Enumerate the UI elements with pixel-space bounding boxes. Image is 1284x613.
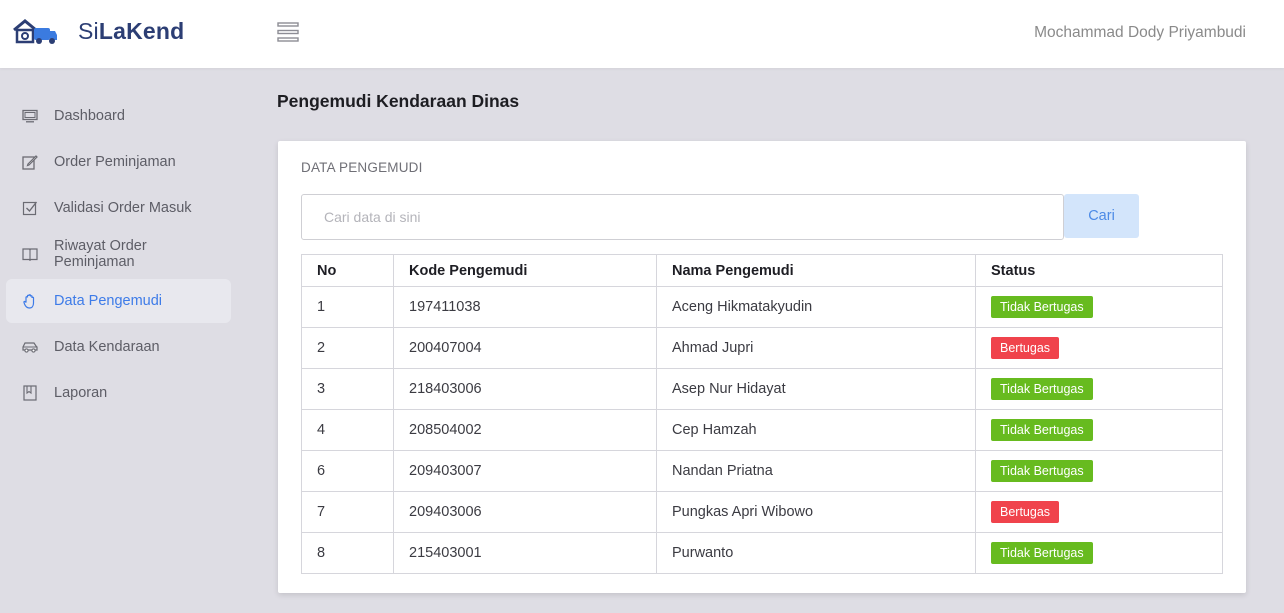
edit-icon [22, 154, 38, 170]
sidebar-item-label: Data Pengemudi [54, 293, 163, 309]
cell-nama: Aceng Hikmatakyudin [656, 286, 976, 328]
search-input[interactable] [301, 194, 1064, 240]
cell-nama: Cep Hamzah [656, 409, 976, 451]
sidebar-item-riwayat-order[interactable]: Riwayat Order Peminjaman [6, 232, 231, 276]
table-row: 6 209403007 Nandan Priatna Tidak Bertuga… [301, 450, 1223, 492]
table-header-row: No Kode Pengemudi Nama Pengemudi Status [301, 254, 1223, 287]
cell-kode: 209403007 [393, 450, 657, 492]
status-badge: Tidak Bertugas [991, 460, 1093, 482]
app-brand[interactable]: SiLaKend [78, 18, 184, 45]
card-title: DATA PENGEMUDI [301, 160, 423, 175]
car-icon [22, 339, 38, 355]
cell-status: Tidak Bertugas [975, 409, 1223, 451]
column-header-no: No [301, 254, 394, 287]
table-row: 4 208504002 Cep Hamzah Tidak Bertugas [301, 409, 1223, 451]
sidebar-item-label: Laporan [54, 385, 108, 401]
brand-prefix: Si [78, 18, 99, 44]
cell-nama: Pungkas Apri Wibowo [656, 491, 976, 533]
table-row: 2 200407004 Ahmad Jupri Bertugas [301, 327, 1223, 369]
cell-status: Tidak Bertugas [975, 450, 1223, 492]
search-button[interactable]: Cari [1064, 194, 1139, 238]
cell-nama: Nandan Priatna [656, 450, 976, 492]
cell-kode: 215403001 [393, 532, 657, 574]
cell-no: 8 [301, 532, 394, 574]
sidebar-item-label: Validasi Order Masuk [54, 200, 192, 216]
status-badge: Bertugas [991, 337, 1060, 359]
cell-kode: 208504002 [393, 409, 657, 451]
book-icon [22, 246, 38, 262]
monitor-icon [22, 108, 38, 124]
cell-no: 7 [301, 491, 394, 533]
top-header: SiLaKend Mochammad Dody Priyambudi [0, 0, 1284, 68]
status-badge: Bertugas [991, 501, 1060, 523]
cell-status: Tidak Bertugas [975, 368, 1223, 410]
brand-bold: LaKend [98, 18, 185, 44]
checkbox-icon [22, 200, 38, 216]
sidebar-item-label: Dashboard [54, 108, 125, 124]
status-badge: Tidak Bertugas [991, 419, 1093, 441]
status-badge: Tidak Bertugas [991, 542, 1093, 564]
cell-kode: 209403006 [393, 491, 657, 533]
cell-status: Tidak Bertugas [975, 286, 1223, 328]
sidebar-item-dashboard[interactable]: Dashboard [6, 94, 231, 138]
hand-icon [22, 293, 38, 309]
sidebar-item-label: Riwayat Order Peminjaman [54, 238, 147, 270]
sidebar-item-laporan[interactable]: Laporan [6, 371, 231, 415]
bookmark-icon [22, 385, 38, 401]
sidebar-item-order-peminjaman[interactable]: Order Peminjaman [6, 140, 231, 184]
column-header-status: Status [975, 254, 1223, 287]
cell-kode: 200407004 [393, 327, 657, 369]
cell-nama: Asep Nur Hidayat [656, 368, 976, 410]
cell-no: 1 [301, 286, 394, 328]
sidebar-item-validasi-order[interactable]: Validasi Order Masuk [6, 186, 231, 230]
cell-kode: 218403006 [393, 368, 657, 410]
status-badge: Tidak Bertugas [991, 296, 1093, 318]
cell-no: 2 [301, 327, 394, 369]
sidebar-item-label: Order Peminjaman [54, 154, 176, 170]
cell-nama: Ahmad Jupri [656, 327, 976, 369]
logo-icon [12, 16, 58, 46]
cell-status: Bertugas [975, 327, 1223, 369]
menu-toggle-icon[interactable] [277, 22, 299, 42]
driver-table: No Kode Pengemudi Nama Pengemudi Status … [301, 254, 1223, 574]
cell-no: 3 [301, 368, 394, 410]
sidebar: Dashboard Order Peminjaman Validasi Orde… [0, 68, 240, 613]
cell-nama: Purwanto [656, 532, 976, 574]
column-header-kode: Kode Pengemudi [393, 254, 657, 287]
table-row: 8 215403001 Purwanto Tidak Bertugas [301, 532, 1223, 574]
sidebar-item-data-kendaraan[interactable]: Data Kendaraan [6, 325, 231, 369]
cell-no: 4 [301, 409, 394, 451]
cell-status: Tidak Bertugas [975, 532, 1223, 574]
cell-no: 6 [301, 450, 394, 492]
sidebar-item-data-pengemudi[interactable]: Data Pengemudi [6, 279, 231, 323]
status-badge: Tidak Bertugas [991, 378, 1093, 400]
cell-kode: 197411038 [393, 286, 657, 328]
table-row: 3 218403006 Asep Nur Hidayat Tidak Bertu… [301, 368, 1223, 410]
sidebar-item-label: Data Kendaraan [54, 339, 160, 355]
driver-data-card: DATA PENGEMUDI Cari No Kode Pengemudi Na… [278, 141, 1246, 593]
column-header-nama: Nama Pengemudi [656, 254, 976, 287]
user-name[interactable]: Mochammad Dody Priyambudi [1034, 24, 1246, 42]
page-title: Pengemudi Kendaraan Dinas [277, 91, 520, 111]
cell-status: Bertugas [975, 491, 1223, 533]
table-row: 7 209403006 Pungkas Apri Wibowo Bertugas [301, 491, 1223, 533]
table-row: 1 197411038 Aceng Hikmatakyudin Tidak Be… [301, 286, 1223, 328]
